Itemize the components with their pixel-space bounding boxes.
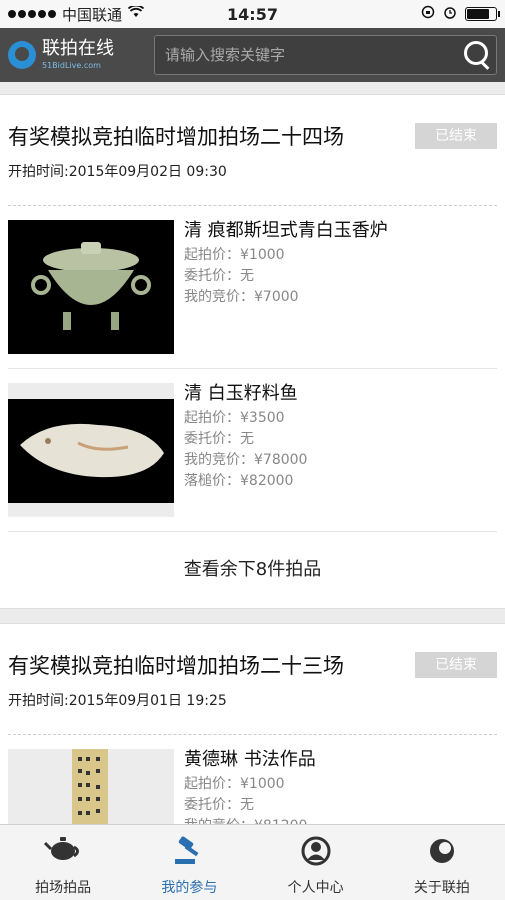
search-input[interactable]	[165, 46, 456, 64]
app-logo: 联拍在线 51BidLive.com	[8, 40, 148, 70]
logo-text: 联拍在线	[42, 38, 114, 59]
auction-start-time: 开拍时间:2015年09月01日 19:25	[8, 693, 227, 709]
logo-icon	[422, 831, 462, 871]
lot-image-jade-fish	[8, 383, 174, 517]
signal-strength-icon	[8, 10, 56, 18]
auction-header[interactable]: 有奖模拟竞拍临时增加拍场二十三场 开拍时间:2015年09月01日 19:25 …	[8, 624, 497, 735]
teapot-icon	[43, 831, 83, 871]
lot-image-censer	[8, 220, 174, 354]
tab-label: 拍场拍品	[35, 880, 92, 896]
status-bar: 中国联通 14:57	[0, 0, 505, 28]
view-more-lots-button[interactable]: 查看余下8件拍品	[8, 532, 497, 608]
search-box	[154, 35, 497, 75]
lot-item[interactable]: 清 痕都斯坦式青白玉香炉 起拍价：¥1000 委托价：无 我的竞价：¥7000	[8, 206, 497, 369]
wifi-icon	[127, 4, 145, 22]
tab-about[interactable]: 关于联拍	[379, 825, 505, 900]
lot-my-bid: 我的竞价：¥7000	[184, 289, 299, 305]
status-badge: 已结束	[415, 652, 497, 678]
tab-auctions[interactable]: 拍场拍品	[0, 825, 126, 900]
lot-my-bid: 我的竞价：¥78000	[184, 452, 308, 468]
lot-info: 清 痕都斯坦式青白玉香炉 起拍价：¥1000 委托价：无 我的竞价：¥7000	[184, 220, 388, 354]
alarm-icon	[443, 5, 457, 23]
lot-info: 清 白玉籽料鱼 起拍价：¥3500 委托价：无 我的竞价：¥78000 落槌价：…	[184, 383, 307, 517]
lot-name: 清 痕都斯坦式青白玉香炉	[184, 220, 388, 241]
lot-reserve-price: 委托价：无	[184, 431, 254, 447]
bottom-tab-bar: 拍场拍品 我的参与 个人中心 关于联拍	[0, 824, 505, 900]
lot-reserve-price: 委托价：无	[184, 797, 254, 813]
lot-image-calligraphy	[8, 749, 174, 824]
lot-start-price: 起拍价：¥1000	[184, 776, 285, 792]
lot-start-price: 起拍价：¥3500	[184, 410, 285, 426]
lot-item[interactable]: 黄德琳 书法作品 起拍价：¥1000 委托价：无 我的竞价：¥81200	[8, 735, 497, 824]
lot-start-price: 起拍价：¥1000	[184, 247, 285, 263]
lot-name: 清 白玉籽料鱼	[184, 383, 298, 404]
rotation-lock-icon	[421, 5, 435, 23]
tab-label: 关于联拍	[413, 880, 470, 896]
lot-reserve-price: 委托价：无	[184, 268, 254, 284]
auction-list: 有奖模拟竞拍临时增加拍场二十四场 开拍时间:2015年09月02日 09:30 …	[0, 82, 505, 824]
auction-header[interactable]: 有奖模拟竞拍临时增加拍场二十四场 开拍时间:2015年09月02日 09:30 …	[8, 95, 497, 206]
logo-icon	[8, 41, 36, 69]
auction-card: 有奖模拟竞拍临时增加拍场二十三场 开拍时间:2015年09月01日 19:25 …	[0, 623, 505, 824]
search-icon[interactable]	[456, 35, 496, 75]
lot-name: 黄德琳 书法作品	[184, 749, 316, 770]
lot-item[interactable]: 清 白玉籽料鱼 起拍价：¥3500 委托价：无 我的竞价：¥78000 落槌价：…	[8, 369, 497, 532]
lot-info: 黄德琳 书法作品 起拍价：¥1000 委托价：无 我的竞价：¥81200	[184, 749, 316, 824]
battery-icon	[465, 7, 500, 21]
auction-start-time: 开拍时间:2015年09月02日 09:30	[8, 164, 227, 180]
tab-my-participation[interactable]: 我的参与	[126, 825, 252, 900]
status-badge: 已结束	[415, 123, 497, 149]
app-header: 联拍在线 51BidLive.com	[0, 28, 505, 82]
user-circle-icon	[296, 831, 336, 871]
tab-label: 个人中心	[287, 880, 344, 896]
logo-subtext: 51BidLive.com	[42, 61, 101, 70]
gavel-icon	[169, 831, 209, 871]
lot-my-bid: 我的竞价：¥81200	[184, 816, 316, 824]
carrier-name: 中国联通	[62, 5, 123, 24]
tab-personal-center[interactable]: 个人中心	[253, 825, 379, 900]
auction-card: 有奖模拟竞拍临时增加拍场二十四场 开拍时间:2015年09月02日 09:30 …	[0, 94, 505, 609]
lot-hammer-price: 落槌价：¥82000	[184, 473, 294, 489]
tab-label: 我的参与	[161, 880, 218, 896]
